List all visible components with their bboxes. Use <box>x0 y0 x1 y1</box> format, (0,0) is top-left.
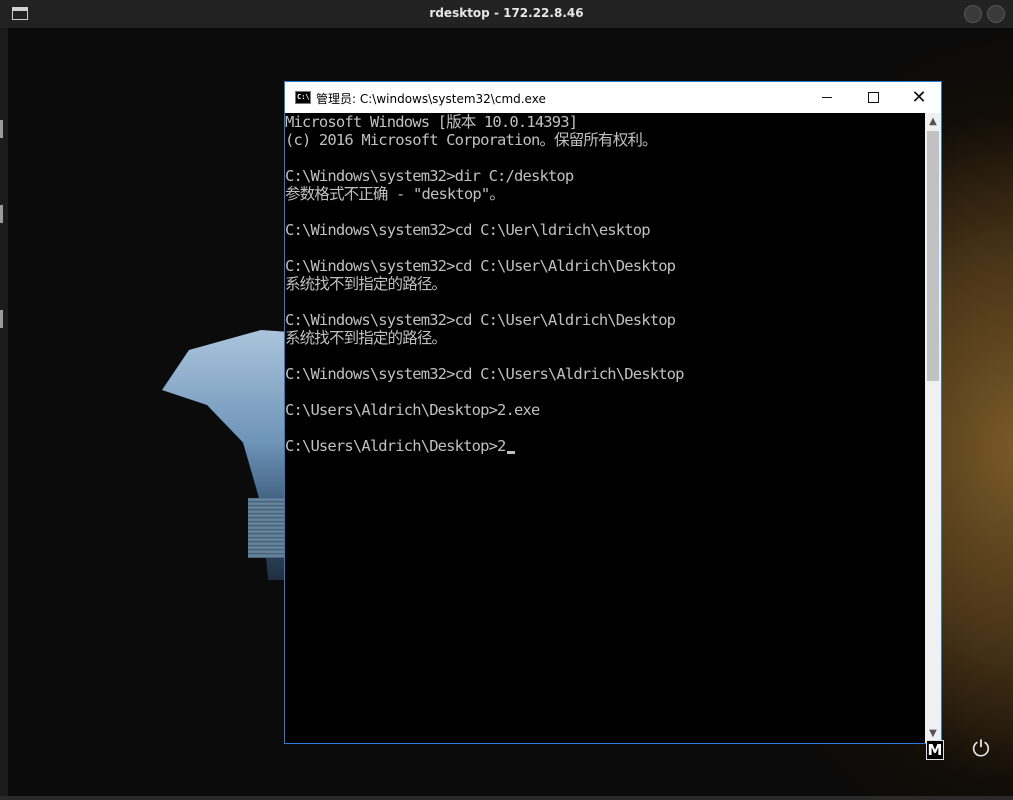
maximize-icon <box>867 92 879 103</box>
console-line: C:\Users\Aldrich\Desktop>2.exe <box>285 401 540 419</box>
cmd-window[interactable]: C:\ 管理员: C:\windows\system32\cmd.exe ✕ M… <box>284 81 942 744</box>
close-icon: ✕ <box>911 86 927 108</box>
power-icon[interactable]: ⏻ <box>967 736 995 764</box>
edge-mark <box>0 205 3 223</box>
console-line: 系统找不到指定的路径。 <box>285 329 447 347</box>
console-line: 系统找不到指定的路径。 <box>285 275 447 293</box>
console-line: (c) 2016 Microsoft Corporation。保留所有权利。 <box>285 131 658 149</box>
console-line: C:\Users\Aldrich\Desktop>2 <box>285 437 925 455</box>
console-line: Microsoft Windows [版本 10.0.14393] <box>285 113 578 131</box>
cmd-titlebar[interactable]: C:\ 管理员: C:\windows\system32\cmd.exe ✕ <box>285 82 941 113</box>
host-maximize-button[interactable] <box>987 5 1005 23</box>
console-line: C:\Windows\system32>dir C:/desktop <box>285 167 574 185</box>
edge-mark <box>0 310 3 328</box>
console-output[interactable]: Microsoft Windows [版本 10.0.14393] (c) 201… <box>285 113 925 743</box>
rdesktop-window-title: rdesktop - 172.22.8.46 <box>429 6 584 20</box>
rdesktop-titlebar: rdesktop - 172.22.8.46 <box>0 0 1013 28</box>
console-line: C:\Windows\system32>cd C:\Users\Aldrich\… <box>285 365 685 383</box>
scroll-up-arrow-icon[interactable]: ▲ <box>925 114 941 130</box>
edge-mark <box>0 120 3 138</box>
input-method-indicator[interactable]: M <box>926 740 944 760</box>
cmd-window-title: 管理员: C:\windows\system32\cmd.exe <box>316 92 546 106</box>
console-line: C:\Windows\system32>cd C:\User\Aldrich\D… <box>285 311 676 329</box>
bottom-edge <box>0 796 1013 800</box>
vertical-scrollbar[interactable]: ▲ ▼ <box>925 113 941 743</box>
text-cursor <box>506 451 515 454</box>
cmd-app-icon[interactable]: C:\ <box>295 91 311 104</box>
close-button[interactable]: ✕ <box>896 82 942 113</box>
maximize-button[interactable] <box>850 82 896 113</box>
host-minimize-button[interactable] <box>964 5 982 23</box>
console-line: C:\Windows\system32>cd C:\Uer\ldrich\esk… <box>285 221 651 239</box>
minimize-icon <box>822 97 832 98</box>
console-line: 参数格式不正确 - "desktop"。 <box>285 185 505 203</box>
minimize-button[interactable] <box>804 82 850 113</box>
console-line: C:\Windows\system32>cd C:\User\Aldrich\D… <box>285 257 676 275</box>
scroll-thumb[interactable] <box>927 131 939 381</box>
